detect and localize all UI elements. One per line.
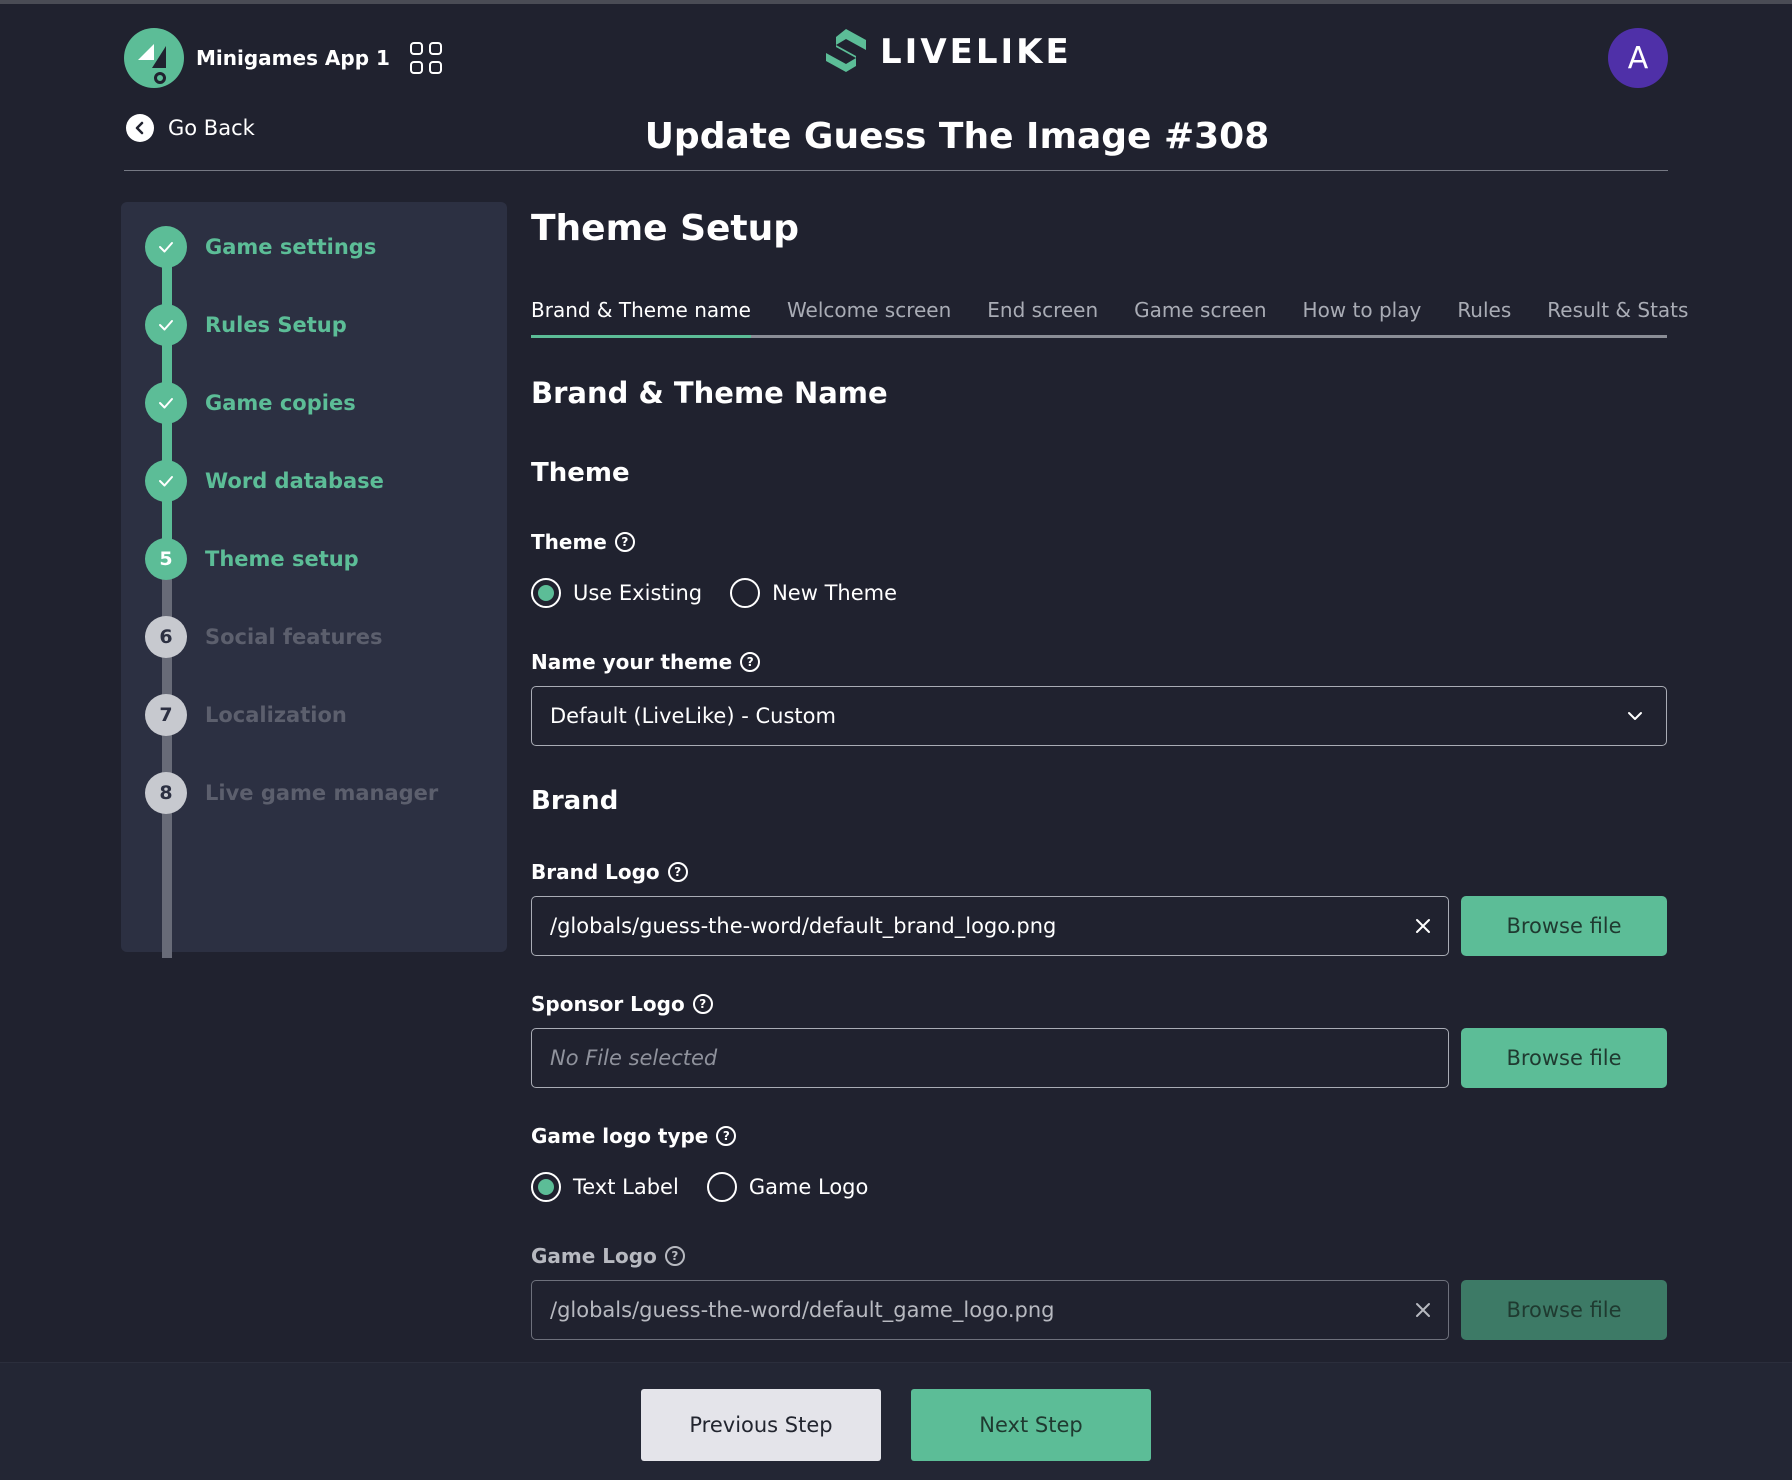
step-label: Localization <box>205 703 347 727</box>
main-content: Theme Setup Brand & Theme name Welcome s… <box>531 200 1688 1340</box>
footer-bar: Previous Step Next Step <box>0 1362 1792 1480</box>
game-logo-browse-button[interactable]: Browse file <box>1461 1280 1667 1340</box>
sponsor-logo-label: Sponsor Logo ? <box>531 992 713 1016</box>
radio-selected-icon <box>531 1172 561 1202</box>
check-icon <box>145 226 187 268</box>
radio-unselected-icon <box>706 1172 737 1202</box>
theme-tabs: Brand & Theme name Welcome screen End sc… <box>531 298 1688 338</box>
step-number: 5 <box>145 538 187 580</box>
step-label: Word database <box>205 469 384 493</box>
section-title: Theme Setup <box>531 208 800 249</box>
brand-logo-label: Brand Logo ? <box>531 860 688 884</box>
app-grid-icon[interactable] <box>409 42 442 74</box>
step-label: Social features <box>205 625 383 649</box>
tab-brand-theme-name[interactable]: Brand & Theme name <box>531 298 751 338</box>
livelike-wordmark: LIVELIKE <box>880 32 1072 72</box>
help-icon[interactable]: ? <box>614 532 635 552</box>
game-logo-input[interactable]: /globals/guess-the-word/default_game_log… <box>531 1280 1449 1340</box>
game-logo-label-text: Game Logo <box>531 1244 657 1268</box>
sponsor-logo-placeholder: No File selected <box>550 1046 718 1070</box>
radio-label: New Theme <box>772 581 898 605</box>
tab-end-screen[interactable]: End screen <box>987 298 1098 335</box>
app-logo-icon <box>124 28 184 88</box>
sponsor-logo-label-text: Sponsor Logo <box>531 992 685 1016</box>
help-icon[interactable]: ? <box>692 994 713 1014</box>
game-logo-type-radio-group: Text Label Game Logo <box>531 1172 896 1202</box>
help-icon[interactable]: ? <box>664 1246 685 1266</box>
check-icon <box>145 460 187 502</box>
close-icon[interactable] <box>1412 1299 1434 1321</box>
radio-text-label[interactable]: Text Label <box>531 1172 679 1202</box>
app-name: Minigames App 1 <box>196 46 390 70</box>
game-logo-type-label-text: Game logo type <box>531 1124 709 1148</box>
help-icon[interactable]: ? <box>716 1126 737 1146</box>
sponsor-logo-input[interactable]: No File selected <box>531 1028 1449 1088</box>
help-icon[interactable]: ? <box>667 862 688 882</box>
user-avatar[interactable]: A <box>1608 28 1668 88</box>
subsection-title: Brand & Theme Name <box>531 376 888 410</box>
tab-game-screen[interactable]: Game screen <box>1134 298 1266 335</box>
header-divider <box>124 170 1668 171</box>
close-icon[interactable] <box>1412 915 1434 937</box>
step-live-game-manager[interactable]: 8 Live game manager <box>145 772 438 814</box>
brand-logo-path: /globals/guess-the-word/default_brand_lo… <box>550 914 1057 938</box>
radio-use-existing[interactable]: Use Existing <box>531 578 702 608</box>
check-icon <box>145 304 187 346</box>
step-theme-setup[interactable]: 5 Theme setup <box>145 538 359 580</box>
chevron-down-icon <box>1628 712 1642 720</box>
theme-radio-group: Use Existing New Theme <box>531 578 925 608</box>
theme-heading: Theme <box>531 458 630 488</box>
previous-step-button[interactable]: Previous Step <box>641 1389 881 1461</box>
step-label: Theme setup <box>205 547 359 571</box>
tab-rules[interactable]: Rules <box>1457 298 1511 335</box>
step-label: Rules Setup <box>205 313 347 337</box>
app-switcher[interactable]: Minigames App 1 <box>124 28 442 88</box>
step-number: 8 <box>145 772 187 814</box>
step-number: 7 <box>145 694 187 736</box>
step-localization[interactable]: 7 Localization <box>145 694 347 736</box>
step-label: Live game manager <box>205 781 439 805</box>
check-icon <box>145 382 187 424</box>
step-number: 6 <box>145 616 187 658</box>
radio-selected-icon <box>531 578 561 608</box>
step-social-features[interactable]: 6 Social features <box>145 616 383 658</box>
radio-new-theme[interactable]: New Theme <box>730 578 897 608</box>
step-rules-setup[interactable]: Rules Setup <box>145 304 347 346</box>
step-sidebar: Game settings Rules Setup Game copies Wo… <box>121 202 507 958</box>
radio-label: Use Existing <box>573 581 703 605</box>
sponsor-logo-browse-button[interactable]: Browse file <box>1461 1028 1667 1088</box>
livelike-mark-icon <box>826 29 866 72</box>
livelike-logo: LIVELIKE <box>822 26 1072 78</box>
brand-logo-browse-button[interactable]: Browse file <box>1461 896 1667 956</box>
theme-label-text: Theme <box>531 530 607 554</box>
game-logo-label: Game Logo ? <box>531 1244 685 1268</box>
step-word-database[interactable]: Word database <box>145 460 384 502</box>
radio-label: Text Label <box>573 1175 679 1199</box>
tab-result-stats[interactable]: Result & Stats <box>1547 298 1688 335</box>
radio-unselected-icon <box>730 578 761 608</box>
name-theme-label-text: Name your theme <box>531 650 733 674</box>
game-logo-type-label: Game logo type ? <box>531 1124 737 1148</box>
brand-logo-input[interactable]: /globals/guess-the-word/default_brand_lo… <box>531 896 1449 956</box>
radio-label: Game Logo <box>748 1175 869 1199</box>
next-step-button[interactable]: Next Step <box>911 1389 1151 1461</box>
tab-how-to-play[interactable]: How to play <box>1303 298 1422 335</box>
page-title: Update Guess The Image #308 <box>644 116 1270 157</box>
step-label: Game copies <box>205 391 356 415</box>
brand-heading: Brand <box>531 786 619 816</box>
brand-logo-label-text: Brand Logo <box>531 860 660 884</box>
game-logo-path: /globals/guess-the-word/default_game_log… <box>550 1298 1055 1322</box>
help-icon[interactable]: ? <box>740 652 761 672</box>
name-theme-label: Name your theme ? <box>531 650 761 674</box>
radio-game-logo[interactable]: Game Logo <box>706 1172 869 1202</box>
step-game-copies[interactable]: Game copies <box>145 382 356 424</box>
theme-select-value: Default (LiveLike) - Custom <box>550 704 836 728</box>
window-top-border <box>0 0 1792 4</box>
theme-select[interactable]: Default (LiveLike) - Custom <box>531 686 1667 746</box>
theme-label: Theme ? <box>531 530 635 554</box>
tab-welcome-screen[interactable]: Welcome screen <box>787 298 951 335</box>
step-label: Game settings <box>205 235 377 259</box>
step-game-settings[interactable]: Game settings <box>145 226 376 268</box>
